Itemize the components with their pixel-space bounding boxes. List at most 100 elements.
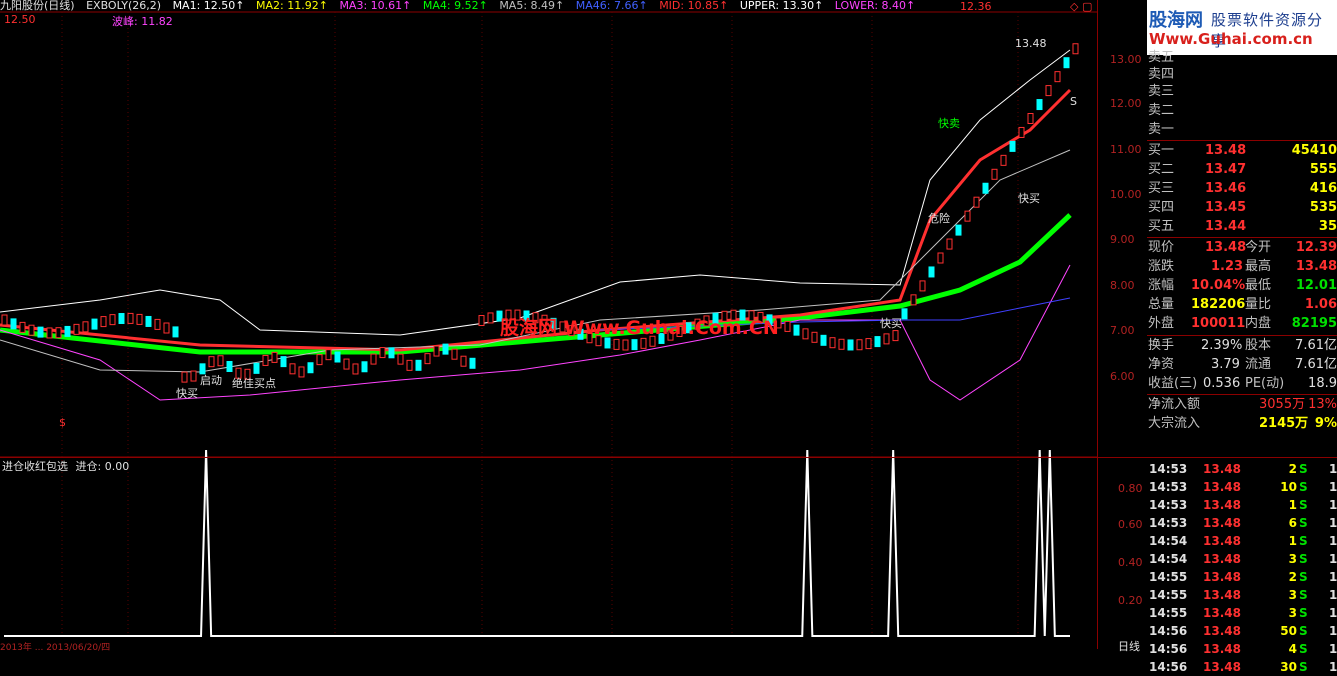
diamond-icon[interactable]: ◇ ▢ bbox=[1070, 0, 1092, 13]
mid-value: MID: 10.85↑ bbox=[659, 0, 729, 12]
tick-n: 1 bbox=[1329, 570, 1337, 584]
tick-time: 14:56 bbox=[1149, 660, 1188, 674]
buy-price: 13.44 bbox=[1205, 219, 1247, 234]
order-sell-1: 卖一 bbox=[1147, 121, 1337, 139]
fund-label: 收益(三) bbox=[1148, 376, 1198, 391]
high-mark: 13.48 bbox=[1015, 37, 1047, 50]
order-sell-5: 卖五 bbox=[1147, 49, 1337, 67]
tick-n: 1 bbox=[1329, 660, 1337, 674]
candle bbox=[172, 326, 179, 338]
sub-axis-tick: 0.60 bbox=[1118, 518, 1143, 531]
tick-side: S bbox=[1299, 588, 1308, 602]
candle bbox=[352, 363, 359, 375]
candle bbox=[136, 313, 143, 325]
date-axis: 2013年 ... 2013/06/20/四 bbox=[0, 643, 111, 653]
tick-n: 1 bbox=[1329, 498, 1337, 512]
flow-row: 净流入额 3055万 13% bbox=[1147, 396, 1337, 414]
order-buy-row: 买一 13.48 45410 bbox=[1147, 142, 1337, 160]
tick-row: 14:53 13.48 2 S 1 bbox=[1147, 460, 1337, 478]
candle bbox=[937, 252, 944, 264]
chart-area[interactable]: 九阳股份(日线) EXBOLY(26,2) MA1: 12.50↑ MA2: 1… bbox=[0, 0, 1097, 653]
candle bbox=[991, 168, 998, 180]
quote-row: 外盘 100011 内盘 82195 bbox=[1147, 315, 1337, 333]
flow-value: 2145万 bbox=[1259, 416, 1309, 431]
flow-label: 大宗流入 bbox=[1148, 416, 1201, 431]
candle bbox=[397, 353, 404, 365]
period-label[interactable]: 日线 bbox=[1118, 638, 1140, 654]
best-buy-label: 绝佳买点 bbox=[232, 377, 276, 390]
tick-n: 1 bbox=[1329, 462, 1337, 476]
candle bbox=[91, 318, 98, 330]
tick-price: 13.48 bbox=[1203, 462, 1241, 476]
tick-n: 1 bbox=[1329, 516, 1337, 530]
buy-vol: 416 bbox=[1309, 181, 1337, 196]
divider bbox=[1147, 457, 1337, 458]
tick-time: 14:53 bbox=[1149, 498, 1188, 512]
quote-row: 总量 182206 量比 1.06 bbox=[1147, 296, 1337, 314]
candle bbox=[28, 324, 35, 336]
signal-indicator-line bbox=[4, 449, 1070, 637]
tick-time: 14:56 bbox=[1149, 642, 1188, 656]
candle bbox=[280, 356, 287, 368]
candle bbox=[1018, 126, 1025, 138]
fund-value: 18.9 bbox=[1308, 376, 1337, 391]
ma5-value: MA5: 8.49↑ bbox=[499, 0, 565, 12]
candle bbox=[784, 320, 791, 332]
upper-band bbox=[0, 49, 1071, 336]
quote-value: 182206 bbox=[1191, 297, 1246, 312]
tick-n: 1 bbox=[1329, 552, 1337, 566]
quote-label: 涨跌 bbox=[1148, 259, 1175, 274]
tick-side: S bbox=[1299, 642, 1308, 656]
quote-row: 涨幅 10.04% 最低 12.01 bbox=[1147, 277, 1337, 295]
candle bbox=[451, 348, 458, 360]
tick-time: 14:54 bbox=[1149, 534, 1188, 548]
candle bbox=[487, 312, 494, 324]
candle bbox=[802, 328, 809, 340]
sub-axis-tick: 0.40 bbox=[1118, 556, 1143, 569]
quote-value: 1.23 bbox=[1211, 259, 1244, 274]
stock-title[interactable]: 九阳股份(日线) bbox=[0, 0, 75, 12]
candle bbox=[334, 351, 341, 363]
candle bbox=[388, 347, 395, 359]
indicator-lines bbox=[0, 49, 1072, 401]
price-marker-left: 12.50 bbox=[4, 13, 36, 26]
candle bbox=[262, 354, 269, 366]
lower-value: LOWER: 8.40↑ bbox=[834, 0, 916, 12]
ma1-value: MA1: 12.50↑ bbox=[172, 0, 245, 12]
mid-line bbox=[0, 88, 1072, 352]
quote-value: 12.39 bbox=[1295, 240, 1337, 255]
tick-price: 13.48 bbox=[1203, 498, 1241, 512]
tick-row: 14:56 13.48 30 S 1 bbox=[1147, 658, 1337, 676]
candle bbox=[100, 316, 107, 328]
candle bbox=[883, 333, 890, 345]
candle bbox=[433, 345, 440, 357]
candle bbox=[82, 321, 89, 333]
order-sell-label: 卖一 bbox=[1148, 122, 1175, 137]
candle bbox=[55, 327, 62, 339]
candle bbox=[793, 324, 800, 336]
candle bbox=[415, 359, 422, 371]
candle bbox=[208, 356, 215, 368]
quote-label: 内盘 bbox=[1245, 316, 1272, 331]
candle bbox=[163, 322, 170, 334]
ma3-value: MA3: 10.61↑ bbox=[339, 0, 412, 12]
watermark: 股海网 Www.Guhai.Com.CN bbox=[500, 317, 779, 339]
axis-tick: 7.00 bbox=[1110, 324, 1135, 337]
tick-side: S bbox=[1299, 624, 1308, 638]
divider bbox=[1147, 140, 1337, 141]
tick-vol: 50 bbox=[1280, 624, 1297, 638]
tick-time: 14:54 bbox=[1149, 552, 1188, 566]
tick-row: 14:56 13.48 50 S 1 bbox=[1147, 622, 1337, 640]
sub-axis-tick: 0.20 bbox=[1118, 594, 1143, 607]
candle bbox=[307, 362, 314, 374]
tick-side: S bbox=[1299, 606, 1308, 620]
flow-label: 净流入额 bbox=[1148, 397, 1201, 412]
logo-banner[interactable]: 股海网 股票软件资源分享 Www.Guhai.com.cn bbox=[1147, 0, 1337, 55]
tick-price: 13.48 bbox=[1203, 624, 1241, 638]
fund-row: 换手 2.39% 股本 7.61亿 bbox=[1147, 337, 1337, 355]
buy-price: 13.47 bbox=[1205, 162, 1247, 177]
quote-value: 13.48 bbox=[1295, 259, 1337, 274]
candle bbox=[298, 366, 305, 378]
candle bbox=[325, 349, 332, 361]
order-buy-row: 买三 13.46 416 bbox=[1147, 180, 1337, 198]
